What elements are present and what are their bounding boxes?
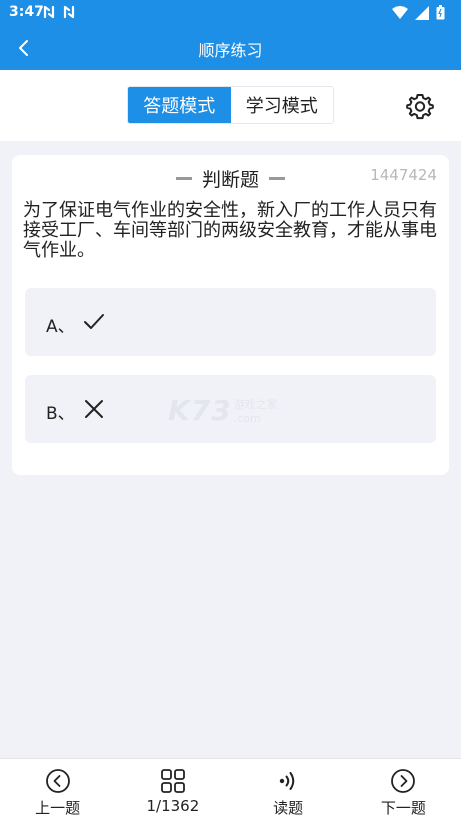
watermark-brand: K73 xyxy=(168,394,232,427)
progress-label: 1/1362 xyxy=(146,797,200,815)
check-icon xyxy=(84,314,104,329)
prev-question-button[interactable]: 上一题 xyxy=(0,759,115,820)
mode-area: 答题模式 学习模式 xyxy=(0,70,461,141)
mode-switch: 答题模式 学习模式 xyxy=(127,86,334,124)
sync-icon xyxy=(63,5,75,19)
study-mode-tab[interactable]: 学习模式 xyxy=(230,87,333,123)
status-system-icons xyxy=(392,5,445,20)
answer-mode-tab[interactable]: 答题模式 xyxy=(128,87,231,123)
status-notification-icons xyxy=(42,4,76,20)
next-question-button[interactable]: 下一题 xyxy=(346,759,461,820)
option-a[interactable]: A、 xyxy=(25,288,436,356)
divider xyxy=(269,177,285,180)
watermark-side: 游戏之家 .com xyxy=(234,396,278,425)
read-question-button[interactable]: 读题 xyxy=(231,759,346,820)
settings-button[interactable] xyxy=(406,92,434,120)
signal-icon xyxy=(415,5,429,20)
battery-icon xyxy=(436,5,445,20)
watermark-cn: 游戏之家 xyxy=(233,398,278,411)
status-time: 3:47 xyxy=(9,4,44,20)
question-card: 判断题 1447424 为了保证电气作业的安全性，新入厂的工作人员只有接受工厂、… xyxy=(12,155,449,475)
sync-icon xyxy=(43,5,55,19)
chevron-right-circle-icon xyxy=(390,768,416,794)
chevron-left-circle-icon xyxy=(45,768,71,794)
nav-bar: 顺序练习 xyxy=(0,26,461,70)
option-letter: B、 xyxy=(46,404,75,424)
question-type-label: 判断题 xyxy=(201,169,259,191)
watermark-logo: K73 游戏之家 .com xyxy=(168,394,278,427)
audio-icon xyxy=(275,768,301,794)
question-grid-button[interactable]: 1/1362 xyxy=(115,759,230,820)
wifi-icon xyxy=(392,6,408,19)
question-text: 为了保证电气作业的安全性，新入厂的工作人员只有接受工厂、车间等部门的两级安全教育… xyxy=(23,200,437,261)
next-question-label: 下一题 xyxy=(380,799,426,817)
divider xyxy=(175,177,192,180)
page-title: 顺序练习 xyxy=(198,41,263,60)
status-bar: 3:47 xyxy=(0,0,461,26)
gear-icon xyxy=(406,94,434,120)
bottom-toolbar: 上一题 1/1362 读题 下一题 xyxy=(0,758,461,820)
cross-icon xyxy=(85,400,103,418)
question-id: 1447424 xyxy=(370,166,437,184)
option-letter: A、 xyxy=(46,317,75,337)
prev-question-label: 上一题 xyxy=(35,799,81,817)
read-question-label: 读题 xyxy=(273,799,304,817)
grid-icon xyxy=(160,768,186,794)
watermark-domain: .com xyxy=(233,412,261,425)
